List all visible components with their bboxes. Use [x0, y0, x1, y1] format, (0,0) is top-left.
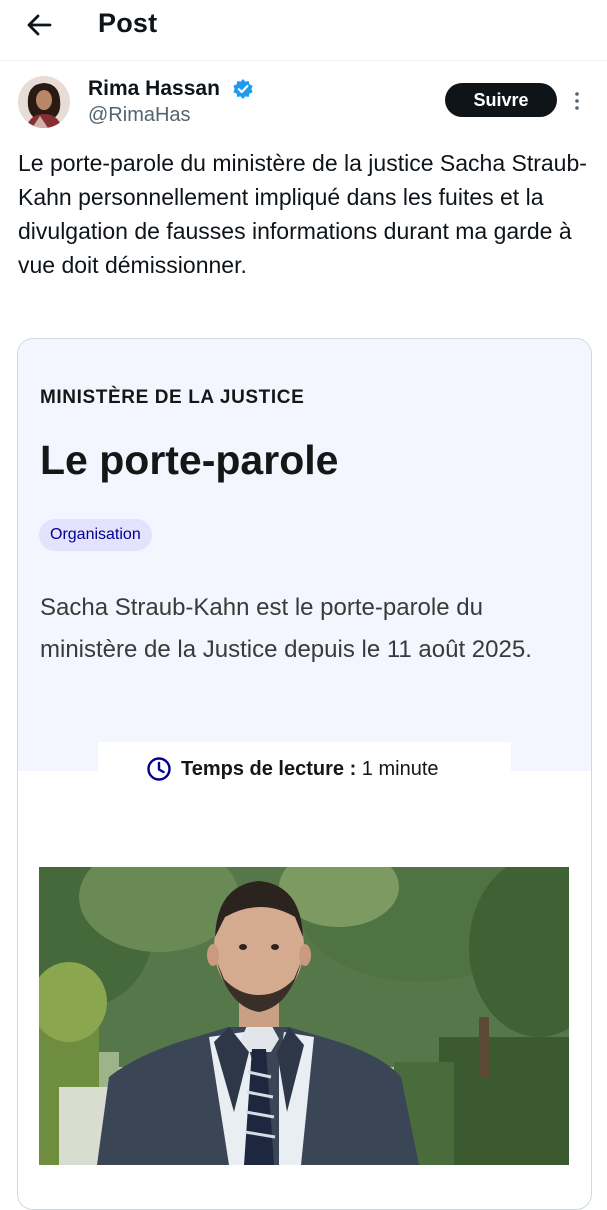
reading-time-value: 1 minute: [361, 758, 439, 780]
reading-time-label: Temps de lecture :: [181, 758, 357, 780]
card-organization: MINISTÈRE DE LA JUSTICE: [40, 387, 305, 408]
card-title: Le porte-parole: [40, 437, 339, 483]
back-arrow-icon[interactable]: [22, 8, 56, 42]
card-tag: Organisation: [39, 519, 152, 551]
link-preview-card[interactable]: MINISTÈRE DE LA JUSTICE Le porte-parole …: [17, 338, 592, 1210]
reading-time-bar: Temps de lecture : 1 minute: [98, 742, 511, 800]
spokesperson-photo: [39, 867, 569, 1165]
card-description: Sacha Straub-Kahn est le porte-parole du…: [40, 594, 532, 663]
more-options-icon[interactable]: [570, 90, 584, 112]
clock-icon: [147, 757, 171, 781]
tweet-text: Le porte-parole du ministère de la justi…: [18, 150, 587, 278]
reading-time-text: Temps de lecture : 1 minute: [181, 758, 439, 781]
author-name[interactable]: Rima Hassan: [88, 77, 220, 101]
top-bar: Post: [0, 0, 607, 61]
page-title: Post: [98, 8, 158, 38]
follow-button[interactable]: Suivre: [445, 83, 557, 117]
verified-badge-icon: [233, 79, 253, 99]
avatar[interactable]: [18, 76, 70, 128]
author-handle[interactable]: @RimaHas: [88, 104, 191, 127]
